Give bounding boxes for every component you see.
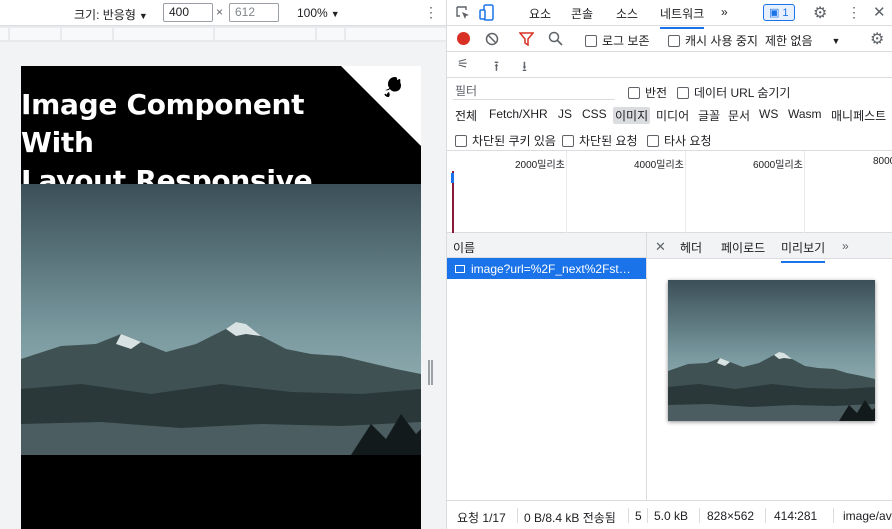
type-filter-css[interactable]: CSS bbox=[580, 107, 609, 121]
image-preview bbox=[668, 280, 875, 421]
type-filter-media[interactable]: 미디어 bbox=[654, 107, 691, 124]
truncated-status: 5 bbox=[635, 509, 642, 523]
export-har-icon[interactable]: ⭳ bbox=[522, 56, 527, 80]
resize-handle[interactable] bbox=[428, 360, 433, 385]
network-conditions-icon[interactable]: ⚟ bbox=[457, 56, 469, 72]
type-filter-ws[interactable]: WS bbox=[757, 107, 780, 121]
status-bar: 요청 1/17 0 B/8.4 kB 전송됨 5 5.0 kB 828×562 … bbox=[447, 500, 892, 529]
blocked-requests-checkbox[interactable]: 차단된 요청 bbox=[562, 132, 638, 149]
search-icon[interactable] bbox=[548, 31, 563, 46]
height-input[interactable]: 612 bbox=[229, 3, 279, 22]
github-octocat-icon[interactable] bbox=[379, 74, 411, 106]
inspect-element-icon[interactable] bbox=[455, 5, 471, 21]
network-toolbar: 로그 보존 캐시 사용 중지 제한 없음 ▼ ⚙ bbox=[447, 26, 892, 52]
device-size-dropdown[interactable]: 크기: 반응형 ▼ bbox=[74, 6, 148, 23]
image-dimensions: 828×562 bbox=[707, 509, 755, 523]
caret-down-icon: ▼ bbox=[330, 9, 340, 19]
hide-data-urls-checkbox[interactable]: 데이터 URL 숨기기 bbox=[677, 84, 790, 101]
image-mime-type: image/av bbox=[843, 509, 892, 523]
transferred-size: 0 B/8.4 kB 전송됨 bbox=[524, 511, 616, 525]
record-icon[interactable] bbox=[457, 32, 470, 45]
third-party-requests-checkbox[interactable]: 타사 요청 bbox=[647, 132, 712, 149]
tab-elements[interactable]: 요소 bbox=[529, 5, 551, 22]
zoom-dropdown[interactable]: 100% ▼ bbox=[297, 6, 340, 20]
devtools-panel: 요소 콘솔 소스 네트워크 » ▣ 1 ⚙ ⋮ ✕ 로그 보존 캐시 사용 중지 … bbox=[446, 0, 892, 529]
request-bar bbox=[451, 173, 454, 183]
mountain-landscape-image bbox=[21, 184, 421, 455]
tab-headers[interactable]: 헤더 bbox=[680, 239, 702, 256]
tab-console[interactable]: 콘솔 bbox=[571, 5, 593, 22]
type-filter-img[interactable]: 이미지 bbox=[613, 107, 651, 124]
type-filter-doc[interactable]: 문서 bbox=[726, 107, 752, 124]
timeline-label: 4000밀리초 bbox=[634, 160, 684, 171]
network-overview-timeline[interactable]: 2000밀리초 4000밀리초 6000밀리초 8000 bbox=[447, 151, 892, 233]
timeline-label: 2000밀리초 bbox=[515, 160, 565, 171]
caret-down-icon: ▼ bbox=[831, 35, 841, 46]
close-devtools-icon[interactable]: ✕ bbox=[873, 3, 886, 21]
name-column-header[interactable]: 이름 bbox=[447, 233, 646, 258]
type-filter-wasm[interactable]: Wasm bbox=[786, 107, 824, 121]
request-row-selected[interactable]: image?url=%2F_next%2Fst… bbox=[447, 258, 646, 279]
image-aspect-ratio: 414∶281 bbox=[774, 509, 818, 523]
times-sign: × bbox=[216, 5, 224, 19]
more-detail-tabs-icon[interactable]: » bbox=[842, 239, 849, 253]
type-filter-fetch-xhr[interactable]: Fetch/XHR bbox=[487, 107, 550, 121]
resource-type-filters: 전체 Fetch/XHR JS CSS 이미지 미디어 글꼴 문서 WS Was… bbox=[447, 102, 892, 126]
clear-icon[interactable] bbox=[485, 32, 499, 46]
request-list: 이름 image?url=%2F_next%2Fst… bbox=[447, 233, 647, 500]
network-settings-gear-icon[interactable]: ⚙ bbox=[870, 29, 884, 49]
filter-input[interactable]: 필터 bbox=[453, 82, 615, 100]
more-tabs-icon[interactable]: » bbox=[721, 5, 728, 19]
page-title: Image Component With Layout Responsive bbox=[21, 88, 313, 197]
filter-row: 필터 반전 데이터 URL 숨기기 bbox=[447, 78, 892, 102]
import-har-icon[interactable]: ⭱ bbox=[494, 56, 499, 80]
blocked-cookies-checkbox[interactable]: 차단된 쿠키 있음 bbox=[455, 132, 556, 149]
request-count: 요청 1/17 bbox=[457, 511, 506, 525]
throttling-dropdown[interactable]: 제한 없음 ▼ bbox=[765, 32, 840, 49]
device-toolbar: 크기: 반응형 ▼ 400 × 612 100% ▼ ⋮ bbox=[0, 0, 446, 26]
timeline-label: 6000밀리초 bbox=[753, 160, 803, 171]
preserve-log-checkbox[interactable]: 로그 보존 bbox=[585, 32, 650, 49]
filter-icon[interactable] bbox=[519, 32, 534, 46]
issues-badge[interactable]: ▣ 1 bbox=[763, 4, 795, 21]
more-options-icon[interactable]: ⋮ bbox=[424, 4, 438, 21]
settings-gear-icon[interactable]: ⚙ bbox=[813, 3, 827, 23]
blocked-filters-row: 차단된 쿠키 있음 차단된 요청 타사 요청 bbox=[447, 126, 892, 151]
disable-cache-checkbox[interactable]: 캐시 사용 중지 bbox=[668, 32, 758, 49]
type-filter-manifest[interactable]: 매니페스트 bbox=[829, 107, 888, 124]
device-toggle-icon[interactable] bbox=[479, 4, 495, 22]
tab-payload[interactable]: 페이로드 bbox=[721, 239, 765, 256]
emulated-page: Image Component With Layout Responsive bbox=[21, 66, 421, 529]
more-options-icon[interactable]: ⋮ bbox=[847, 4, 861, 21]
request-detail-pane: ✕ 헤더 페이로드 미리보기 » bbox=[647, 233, 892, 500]
network-toolbar-secondary: ⚟ ⭱ ⭳ bbox=[447, 52, 892, 78]
close-detail-icon[interactable]: ✕ bbox=[655, 239, 666, 255]
tab-sources[interactable]: 소스 bbox=[616, 5, 638, 22]
invert-checkbox[interactable]: 반전 bbox=[628, 84, 667, 101]
type-filter-js[interactable]: JS bbox=[556, 107, 574, 121]
caret-down-icon: ▼ bbox=[138, 11, 148, 21]
media-query-ruler[interactable] bbox=[0, 26, 447, 42]
image-file-icon bbox=[455, 264, 465, 273]
detail-tabbar: ✕ 헤더 페이로드 미리보기 » bbox=[647, 233, 892, 263]
timeline-label: 8000 bbox=[873, 156, 892, 167]
chat-icon: ▣ bbox=[769, 7, 780, 19]
width-input[interactable]: 400 bbox=[163, 3, 213, 22]
type-filter-all[interactable]: 전체 bbox=[453, 107, 479, 124]
device-emulation-pane: 크기: 반응형 ▼ 400 × 612 100% ▼ ⋮ Image Compone… bbox=[0, 0, 447, 529]
devtools-tabbar: 요소 콘솔 소스 네트워크 » ▣ 1 ⚙ ⋮ ✕ bbox=[447, 0, 892, 29]
type-filter-font[interactable]: 글꼴 bbox=[696, 107, 722, 124]
image-size: 5.0 kB bbox=[654, 509, 689, 523]
tab-preview[interactable]: 미리보기 bbox=[781, 239, 826, 263]
